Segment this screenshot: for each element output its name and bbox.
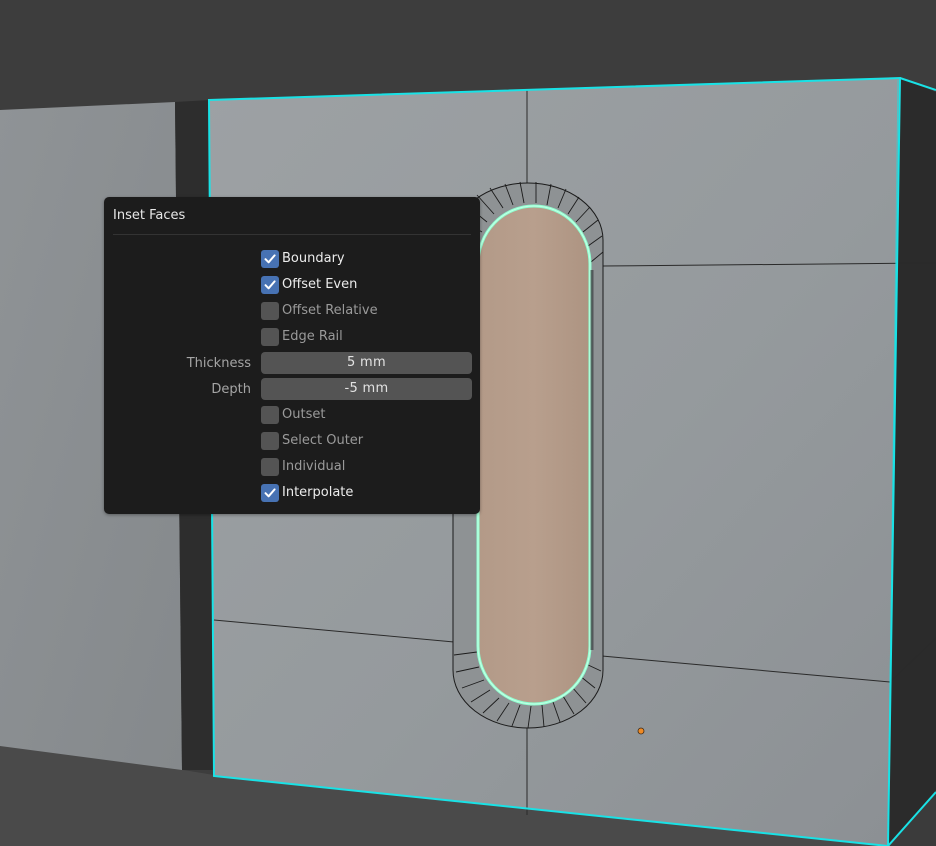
offset-relative-label[interactable]: Offset Relative [282,303,378,318]
option-offset-even[interactable]: Offset Even [104,274,480,296]
offset-even-label[interactable]: Offset Even [282,277,357,292]
checkmark-icon [264,488,276,498]
boundary-checkbox[interactable] [261,250,279,268]
boundary-label[interactable]: Boundary [282,251,345,266]
outset-label[interactable]: Outset [282,407,325,422]
thickness-label: Thickness [186,356,251,371]
option-offset-relative[interactable]: Offset Relative [104,300,480,322]
panel-divider [113,234,471,235]
checkmark-icon [264,254,276,264]
panel-title[interactable]: Inset Faces [113,208,185,223]
depth-field[interactable]: -5 mm [261,378,472,400]
individual-checkbox[interactable] [261,458,279,476]
offset-even-checkbox[interactable] [261,276,279,294]
thickness-row: Thickness 5 mm [104,352,480,374]
edge-rail-checkbox[interactable] [261,328,279,346]
depth-row: Depth -5 mm [104,378,480,400]
option-boundary[interactable]: Boundary [104,248,480,270]
individual-label[interactable]: Individual [282,459,345,474]
option-outset[interactable]: Outset [104,404,480,426]
edge-rail-label[interactable]: Edge Rail [282,329,343,344]
thickness-field[interactable]: 5 mm [261,352,472,374]
object-origin-dot [637,727,645,735]
option-edge-rail[interactable]: Edge Rail [104,326,480,348]
selected-face [476,204,592,706]
select-outer-label[interactable]: Select Outer [282,433,363,448]
interpolate-checkbox[interactable] [261,484,279,502]
offset-relative-checkbox[interactable] [261,302,279,320]
outset-checkbox[interactable] [261,406,279,424]
inset-faces-panel: Inset Faces Boundary Offset Even Offset … [104,197,480,514]
checkmark-icon [264,280,276,290]
select-outer-checkbox[interactable] [261,432,279,450]
option-individual[interactable]: Individual [104,456,480,478]
option-select-outer[interactable]: Select Outer [104,430,480,452]
option-interpolate[interactable]: Interpolate [104,482,480,504]
interpolate-label[interactable]: Interpolate [282,485,353,500]
depth-label: Depth [211,382,251,397]
